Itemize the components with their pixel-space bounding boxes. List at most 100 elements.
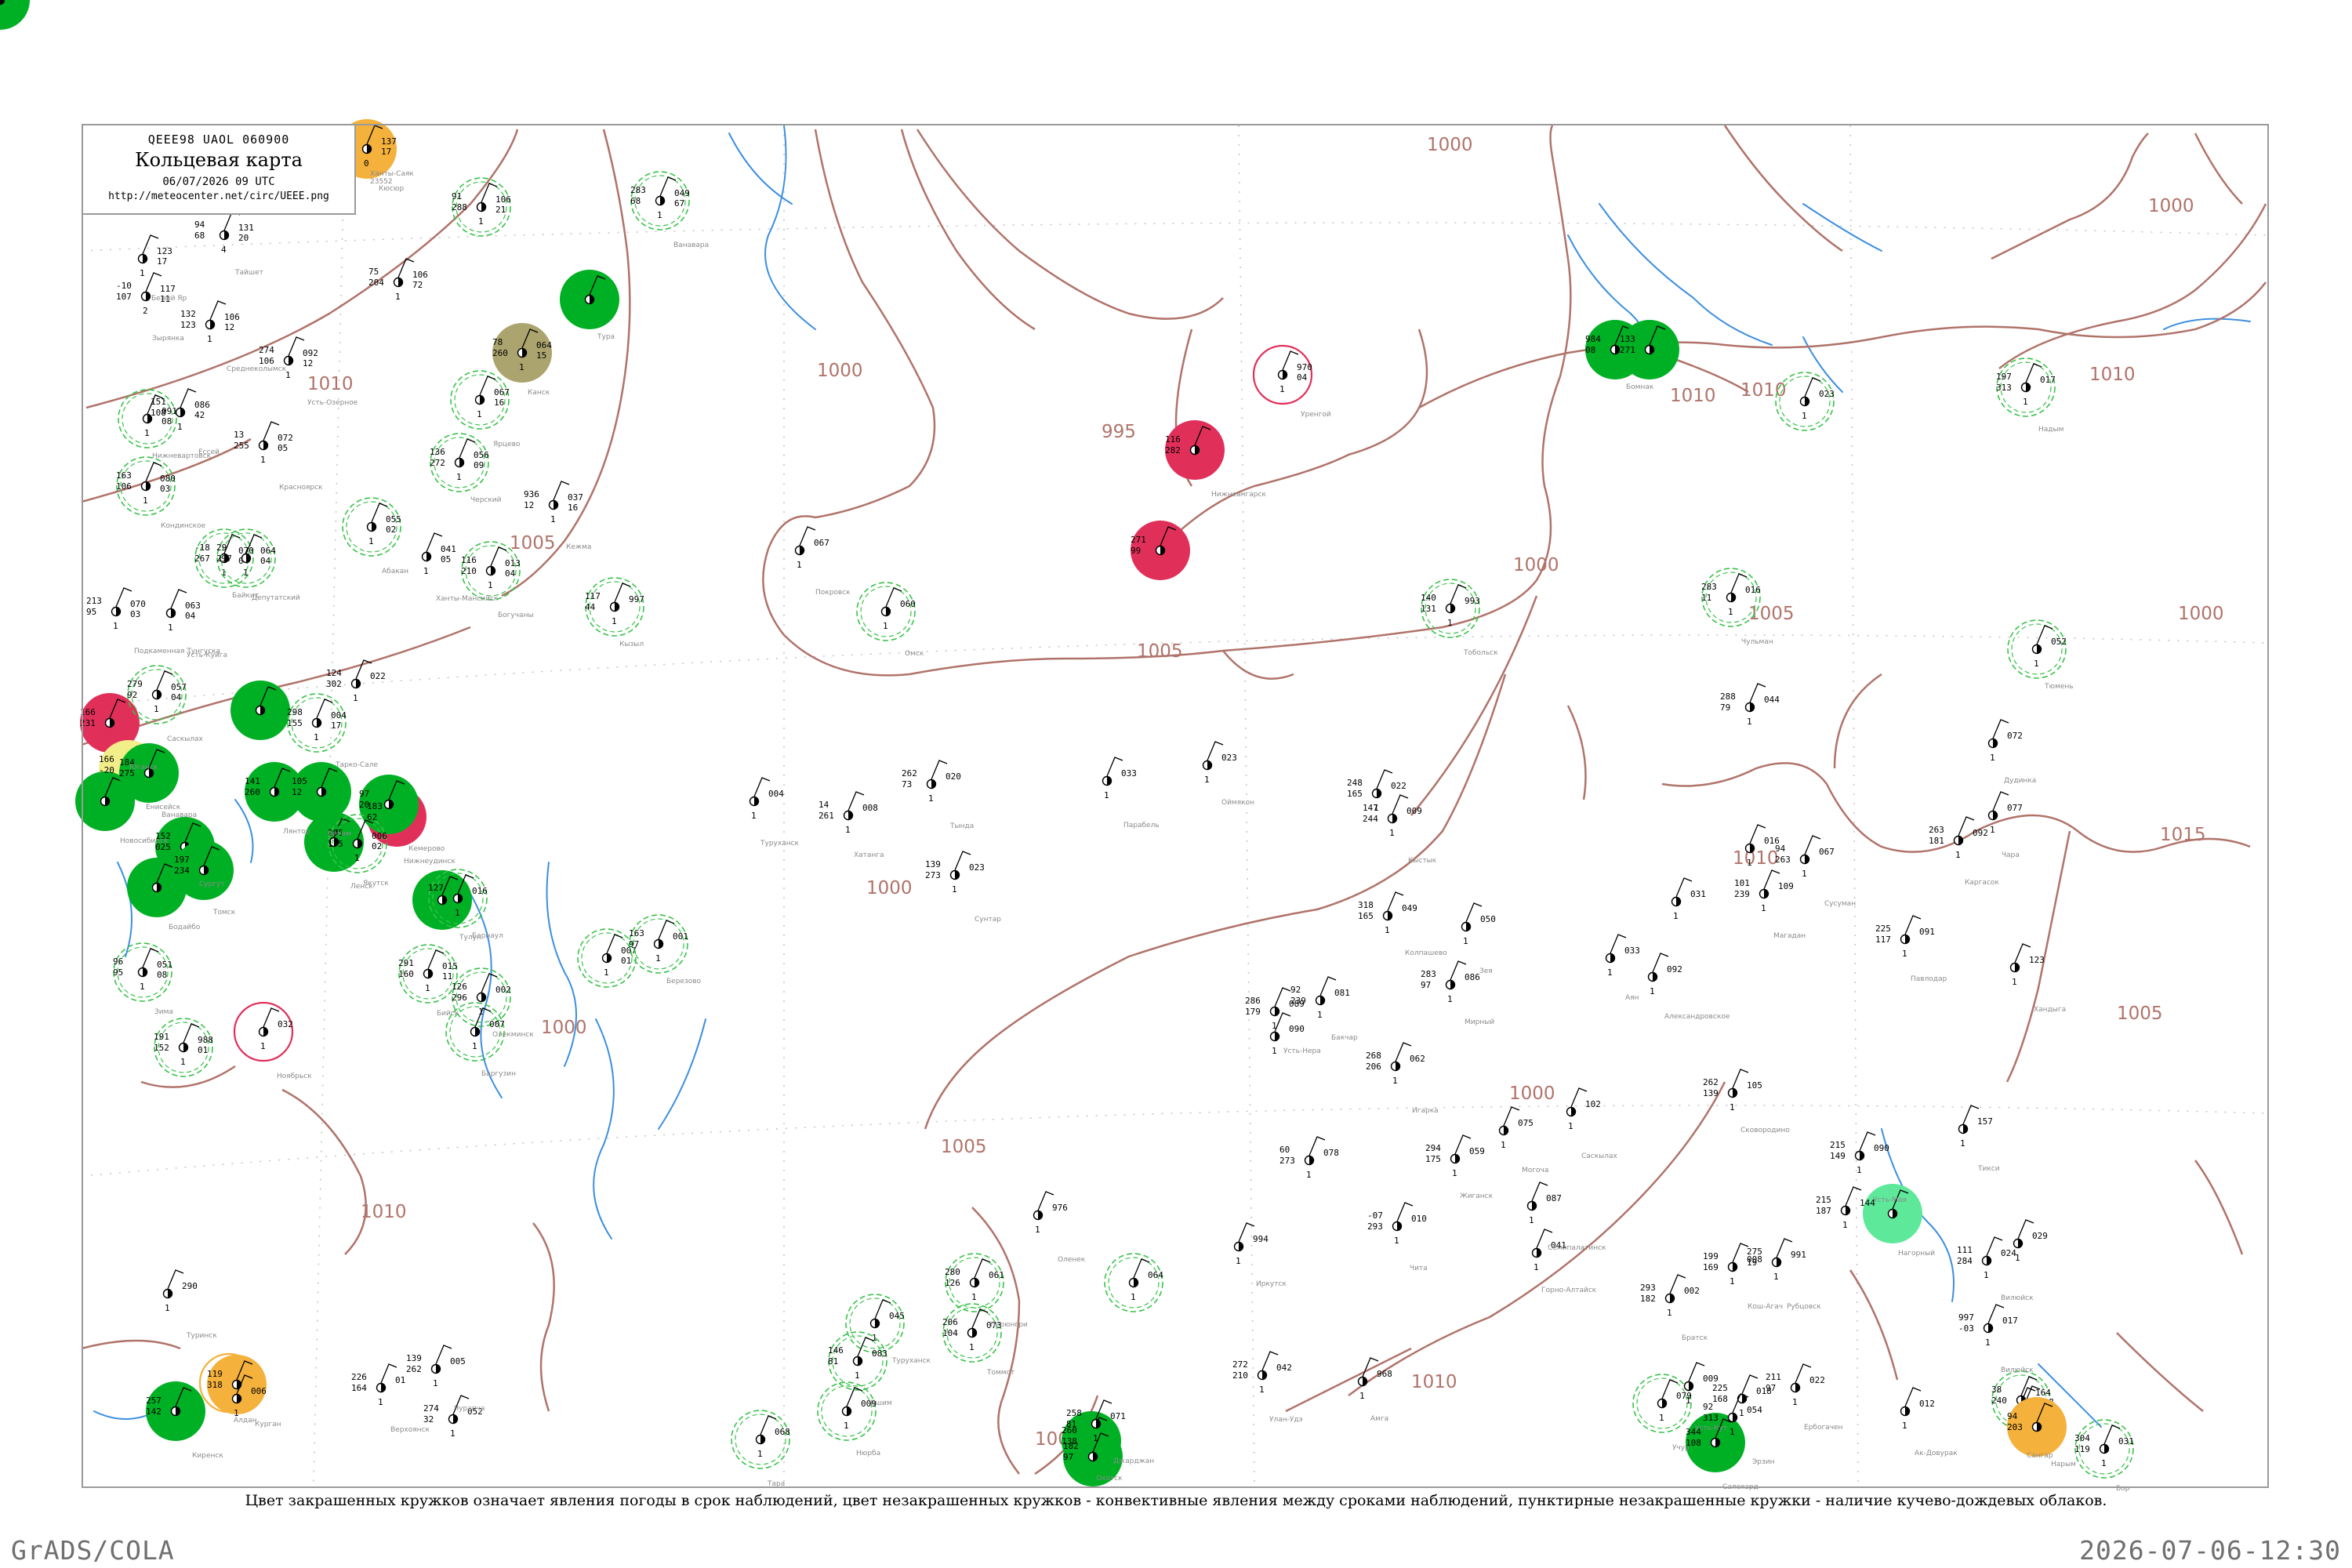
station-value: 283 [1701,582,1717,592]
weather-code: 1 [1385,925,1390,935]
station-value: 262 [406,1364,422,1374]
map-caption: Цвет закрашенных кружков означает явлени… [245,1492,2107,1509]
station-value: 263 [1775,855,1791,865]
station-label: Могоча [1522,1167,1548,1174]
pressure-value: 017 [2002,1316,2018,1326]
weather-code: 1 [1842,1220,1848,1230]
weather-code: 1 [1650,986,1655,996]
pressure-value: 091 [1919,927,1935,937]
weather-code: 1 [845,825,851,835]
station-value: 92 [127,690,137,700]
station-value: 234 [174,866,190,876]
station-value: 318 [1358,900,1374,910]
weather-code: 1 [1131,1292,1136,1302]
weather-code: 1 [604,967,609,978]
weather-code: 1 [1529,1215,1534,1225]
pressure-value: 137 [381,136,397,147]
station-plot [1863,1184,1922,1243]
isobar-label: 1005 [1137,641,1183,662]
tendency-value: 01 [198,1045,208,1055]
weather-code: 1 [971,1292,977,1302]
weather-code: 1 [1747,858,1752,868]
weather-code: 1 [2012,977,2017,987]
isobar-label: 1010 [1733,848,1779,869]
pressure-value: 102 [1585,1099,1601,1109]
station-value: 111 [1957,1245,1973,1255]
station-value: 73 [902,779,912,789]
station-value: 294 [1425,1143,1441,1153]
station-label: Богучаны [498,612,534,619]
station-label: Бийск [437,1010,459,1018]
weather-code: 1 [1960,1138,1965,1149]
station-label: Усть-Кут [1695,1425,1727,1432]
station-value: 91 [452,191,462,201]
tendency-value: 04 [260,556,271,566]
pressure-value: 022 [1809,1375,1825,1385]
station-label: Вилюйск [2001,1294,2034,1302]
pressure-value: 051 [157,960,172,970]
weather-code: 1 [969,1342,975,1352]
pressure-value: 070 [130,599,146,609]
station-value: 293 [1640,1283,1656,1293]
station-value: 81 [828,1356,838,1367]
station-label: Усть-Мая [1873,1196,1907,1204]
weather-code: 1 [855,1370,860,1381]
station-label: Бакчар [1331,1034,1358,1042]
station-value: 149 [1830,1151,1846,1161]
station-value: 79 [1720,702,1730,713]
pressure-value: 078 [1323,1148,1339,1158]
station-label: Якутск [363,880,389,887]
station-value: 291 [398,958,414,968]
station-value: 138 [1062,1436,1077,1446]
pressure-value: 050 [1480,914,1496,924]
station-label: Уренгой [1301,411,1331,419]
station-value: -03 [1958,1323,1974,1334]
station-label: Томмот [986,1369,1014,1377]
station-value: 239 [1290,996,1306,1006]
station-value: 126 [452,982,467,992]
station-value: 244 [1363,814,1378,824]
station-label: Джарджан [1113,1457,1154,1465]
station-label: Магадан [1773,932,1806,940]
pressure-value: 013 [505,558,521,568]
station-value: 12 [524,500,534,510]
weather-code: 1 [1236,1256,1241,1266]
weather-code: 1 [1392,1076,1398,1086]
station-value: 75 [368,267,379,277]
station-value: 139 [925,859,941,869]
station-value: 96 [113,956,123,967]
pressure-value: 023 [1221,753,1237,763]
station-value: 226 [351,1372,367,1382]
weather-code: 1 [368,536,374,546]
station-value: 117 [585,591,601,601]
station-label: Зима [154,1008,173,1016]
pressure-value: 001 [673,931,688,942]
station-label: Кемерово [408,845,445,853]
weather-code: 1 [1747,717,1752,727]
station-label: Тарко-Сале [335,761,378,769]
station-value: 274 [423,1403,439,1414]
station-label: Зея [1479,967,1493,975]
station-value: -10 [116,281,132,291]
station-label: Тулун [459,934,481,942]
pressure-value: 988 [198,1035,213,1045]
pressure-value: 290 [182,1281,198,1291]
station-value: 304 [2074,1433,2090,1443]
station-label: Павлодар [1911,975,1947,983]
station-label: Салехард [1722,1483,1759,1491]
tendency-value: 01 [621,956,631,966]
station-label: Чурапча [454,1405,485,1413]
station-value: 936 [524,489,539,499]
pressure-value: 042 [1276,1363,1292,1373]
weather-code: 1 [751,811,757,821]
station-plot [230,681,290,740]
station-value: 274 [259,345,274,355]
pressure-value: 041 [441,544,456,554]
weather-code: 1 [612,616,617,626]
isobar-label: 1015 [2160,825,2206,845]
pressure-value: 055 [386,514,401,524]
pressure-value: 994 [1253,1234,1269,1244]
station-value: 255 [234,441,249,451]
weather-code: 1 [1259,1385,1265,1395]
station-value: 97 [629,939,639,949]
